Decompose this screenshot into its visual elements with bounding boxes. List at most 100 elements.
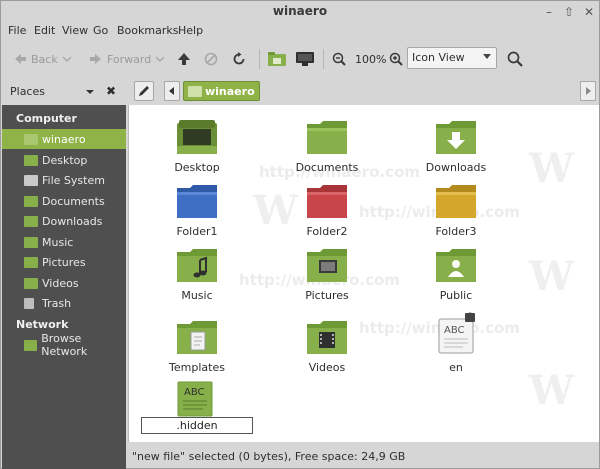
up-button[interactable] [177, 48, 191, 70]
sidebar-item-winaero[interactable]: winaero [2, 129, 126, 149]
file-view[interactable]: http://winaero.com http://winaero.com ht… [128, 105, 599, 442]
zoom-level: 100% [355, 52, 387, 66]
arrow-right-icon [90, 54, 101, 64]
breadcrumb-label: winaero [205, 84, 255, 98]
folder-icon [24, 215, 38, 227]
menu-go[interactable]: Go [93, 24, 108, 37]
file-label: Templates [169, 361, 225, 374]
file-item-templates[interactable]: Templates [152, 319, 242, 374]
reload-button[interactable] [232, 48, 246, 70]
toolbar-separator [259, 49, 260, 69]
sidebar-item-pictures[interactable]: Pictures [2, 252, 126, 272]
new-file-icon[interactable]: ABC [177, 381, 213, 420]
sidebar-item-downloads[interactable]: Downloads [2, 211, 126, 231]
search-icon [507, 51, 523, 67]
file-label: Folder1 [176, 225, 218, 238]
title-bar[interactable]: winaero – ⇧ ✕ [1, 1, 599, 23]
search-button[interactable] [507, 48, 523, 70]
sidebar-heading-computer: Computer [16, 112, 77, 125]
sidebar-item-label: Music [42, 235, 74, 249]
sidebar-item-label: Trash [42, 296, 72, 310]
home-folder-icon [268, 52, 286, 66]
file-item-desktop[interactable]: Desktop [152, 119, 242, 174]
menu-view[interactable]: View [62, 24, 88, 37]
arrow-left-icon [15, 54, 26, 64]
public-folder-icon [436, 249, 476, 282]
sidebar-item-label: winaero [42, 132, 86, 146]
window-title: winaero [272, 4, 328, 18]
file-label: Pictures [305, 289, 349, 302]
chevron-down-icon [62, 56, 72, 62]
file-manager-window: winaero – ⇧ ✕ File Edit View Go Bookmark… [0, 0, 600, 469]
folder-red-icon [307, 185, 347, 218]
zoom-in-button[interactable] [389, 48, 403, 70]
rename-field[interactable]: .hidden [141, 417, 253, 434]
file-abc: ABC [444, 325, 465, 336]
templates-folder-icon [177, 321, 217, 354]
arrow-up-icon [178, 53, 190, 65]
folder-icon [24, 256, 38, 268]
menu-bookmarks[interactable]: Bookmarks [117, 24, 178, 37]
network-icon [24, 339, 38, 351]
file-item-folder2[interactable]: Folder2 [282, 183, 372, 238]
close-icon[interactable]: ✕ [581, 4, 597, 20]
sidebar-item-label: Downloads [42, 214, 103, 228]
sidebar-item-browse-network[interactable]: Browse Network [2, 332, 126, 358]
home-icon [188, 85, 202, 97]
forward-label: Forward [107, 52, 152, 66]
stop-button[interactable] [204, 48, 218, 70]
file-label: Public [439, 289, 473, 302]
file-item-folder1[interactable]: Folder1 [152, 183, 242, 238]
menu-edit[interactable]: Edit [34, 24, 55, 37]
file-label: Downloads [425, 161, 487, 174]
zoom-out-button[interactable] [332, 48, 346, 70]
sidebar-item-desktop[interactable]: Desktop [2, 150, 126, 170]
sidebar-item-label: File System [42, 173, 105, 187]
text-document-icon: ABC [177, 381, 213, 417]
path-scroll-right-button[interactable] [580, 81, 596, 101]
dropdown-arrow-icon [483, 54, 491, 59]
sidebar-item-file-system[interactable]: File System [2, 170, 126, 190]
file-item-videos[interactable]: Videos [282, 319, 372, 374]
sidebar-item-documents[interactable]: Documents [2, 191, 126, 211]
computer-button[interactable] [295, 48, 315, 70]
toggle-location-button[interactable] [134, 81, 154, 101]
forward-button[interactable]: Forward [89, 48, 165, 70]
file-item-pictures[interactable]: Pictures [282, 247, 372, 302]
sidebar-item-label: Browse Network [41, 332, 88, 358]
file-item-documents[interactable]: Documents [282, 119, 372, 174]
view-mode-select[interactable]: Icon View [407, 47, 497, 69]
file-item-folder3[interactable]: Folder3 [411, 183, 501, 238]
menu-help[interactable]: Help [178, 24, 203, 37]
sidebar-item-trash[interactable]: Trash [2, 293, 126, 313]
close-sidebar-icon[interactable]: ✖ [106, 84, 116, 98]
file-item-downloads[interactable]: Downloads [411, 119, 501, 174]
back-button[interactable]: Back [13, 48, 72, 70]
path-scroll-left-button[interactable] [164, 81, 180, 101]
chevron-down-icon[interactable] [85, 87, 95, 97]
chevron-left-icon [169, 87, 174, 95]
file-item-en[interactable]: ABC en [411, 311, 501, 374]
drive-icon [24, 174, 38, 186]
sidebar-item-label: Desktop [42, 153, 88, 167]
file-abc: ABC [184, 387, 205, 398]
file-item-music[interactable]: Music [152, 247, 242, 302]
reload-icon [233, 52, 245, 65]
home-button[interactable] [267, 48, 287, 70]
desktop-icon [24, 154, 38, 166]
file-item-public[interactable]: Public [411, 247, 501, 302]
pictures-folder-icon [307, 249, 347, 282]
sidebar-item-music[interactable]: Music [2, 232, 126, 252]
menu-file[interactable]: File [8, 24, 26, 37]
folder-icon [24, 277, 38, 289]
places-title[interactable]: Places [10, 85, 45, 98]
sidebar-item-videos[interactable]: Videos [2, 273, 126, 293]
maximize-icon[interactable]: ⇧ [561, 4, 577, 20]
breadcrumb-winaero[interactable]: winaero [183, 81, 260, 101]
status-bar: "new file" selected (0 bytes), Free spac… [132, 450, 406, 463]
folder-icon [307, 121, 347, 154]
file-label: Videos [308, 361, 346, 374]
minimize-icon[interactable]: – [541, 4, 557, 20]
places-header: Places ✖ [1, 79, 126, 105]
folder-icon [24, 195, 38, 207]
